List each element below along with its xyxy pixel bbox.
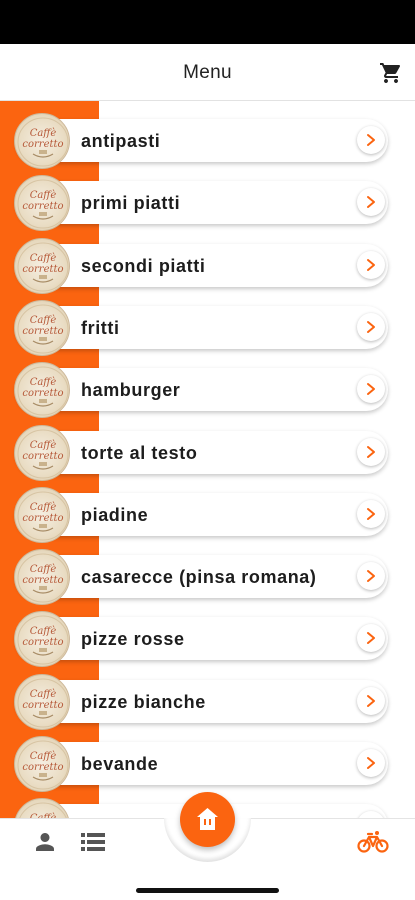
- menu-item-label: fritti: [81, 317, 120, 338]
- menu-item[interactable]: Caffè corretto pizze rosse: [14, 611, 388, 668]
- chevron-right-icon[interactable]: [357, 686, 385, 715]
- menu-item[interactable]: Caffè corretto antipasti: [14, 113, 388, 169]
- menu-item-label: casarecce (pinsa romana): [81, 567, 317, 588]
- chevron-right-icon[interactable]: [357, 375, 385, 404]
- menu-item-label: torte al testo: [81, 442, 198, 463]
- svg-text:Caffè: Caffè: [30, 253, 57, 264]
- svg-text:corretto: corretto: [22, 139, 63, 150]
- svg-text:corretto: corretto: [22, 700, 63, 711]
- menu-item-background: [16, 119, 388, 162]
- menu-item-label: secondi piatti: [81, 255, 206, 276]
- menu-item-background: [16, 181, 388, 225]
- menu-item[interactable]: Caffè corretto casarecce (pinsa romana): [14, 549, 388, 606]
- menu-item-background: [16, 305, 388, 349]
- chevron-right-icon[interactable]: [357, 437, 385, 466]
- page-title: Menu: [183, 62, 232, 83]
- menu-item[interactable]: Caffè corretto torte al testo: [14, 424, 388, 481]
- menu-item-label: hamburger: [81, 380, 181, 401]
- caffe-corretto-logo: Caffècorretto: [14, 175, 70, 232]
- caffe-corretto-logo: Caffècorretto: [14, 549, 70, 606]
- chevron-right-icon[interactable]: [357, 499, 385, 528]
- home-button[interactable]: [180, 792, 235, 847]
- menu-item[interactable]: Caffè corretto fritti: [14, 299, 388, 356]
- caffe-corretto-logo: Caffècorretto: [14, 424, 70, 481]
- svg-text:corretto: corretto: [22, 264, 63, 275]
- user-icon[interactable]: [34, 831, 56, 853]
- caffe-corretto-logo: Caffècorretto: [14, 486, 70, 543]
- caffe-corretto-logo: Caffècorretto: [14, 736, 70, 792]
- menu-item-label: primi piatti: [81, 193, 181, 214]
- home-icon: [197, 808, 218, 830]
- caffe-corretto-logo: Caffècorretto: [14, 673, 70, 730]
- chevron-right-icon[interactable]: [357, 749, 385, 777]
- svg-text:corretto: corretto: [22, 326, 63, 337]
- caffe-corretto-logo: Caffècorretto: [14, 113, 70, 169]
- status-bar: [0, 0, 415, 44]
- svg-text:Caffè: Caffè: [30, 190, 57, 201]
- chevron-right-icon[interactable]: [357, 562, 385, 591]
- svg-text:Caffè: Caffè: [30, 128, 57, 139]
- menu-item[interactable]: Caffè corretto piadine: [14, 486, 388, 543]
- caffe-corretto-logo: Caffècorretto: [14, 237, 70, 294]
- chevron-right-icon[interactable]: [357, 250, 385, 279]
- svg-text:corretto: corretto: [22, 762, 63, 773]
- menu-item[interactable]: Caffè corretto pizze bianche: [14, 673, 388, 730]
- menu-item-label: pizze rosse: [81, 629, 185, 650]
- list-icon[interactable]: [81, 832, 105, 852]
- menu-item-background: [16, 368, 388, 412]
- svg-text:Caffè: Caffè: [30, 626, 57, 637]
- svg-text:Caffè: Caffè: [30, 689, 57, 700]
- menu-item-label: piadine: [81, 504, 149, 525]
- menu-item[interactable]: Caffè corretto primi piatti: [14, 175, 388, 232]
- svg-text:corretto: corretto: [22, 575, 63, 586]
- svg-text:corretto: corretto: [22, 388, 63, 399]
- caffe-corretto-logo: Caffècorretto: [14, 611, 70, 668]
- menu-item-label: pizze bianche: [81, 691, 206, 712]
- svg-text:corretto: corretto: [22, 513, 63, 524]
- svg-text:Caffè: Caffè: [30, 564, 57, 575]
- caffe-corretto-logo: Caffècorretto: [14, 299, 70, 356]
- svg-text:corretto: corretto: [22, 451, 63, 462]
- bike-icon[interactable]: [357, 829, 389, 855]
- app-header: Menu: [0, 44, 415, 101]
- menu-item[interactable]: Caffè corretto bevande: [14, 736, 388, 792]
- menu-item[interactable]: Caffè corretto secondi piatti: [14, 237, 388, 294]
- svg-text:Caffè: Caffè: [30, 751, 57, 762]
- svg-text:Caffè: Caffè: [30, 502, 57, 513]
- svg-text:corretto: corretto: [22, 201, 63, 212]
- home-indicator-area: [0, 870, 415, 900]
- caffe-corretto-logo: Caffècorretto: [14, 798, 70, 818]
- menu-content[interactable]: Caffè corretto antipasti Caffè corretto primi…: [0, 101, 415, 818]
- svg-text:Caffè: Caffè: [30, 377, 57, 388]
- svg-text:Caffè: Caffè: [30, 440, 57, 451]
- caffe-corretto-logo: Caffècorretto: [14, 362, 70, 419]
- menu-item-background: [16, 742, 388, 785]
- chevron-right-icon[interactable]: [357, 126, 385, 154]
- menu-item-background: [16, 617, 388, 661]
- menu-item-background: [16, 430, 388, 474]
- menu-item[interactable]: Caffè corretto hamburger: [14, 362, 388, 419]
- cart-icon[interactable]: [379, 61, 403, 85]
- menu-item-label: bevande: [81, 754, 159, 774]
- svg-text:corretto: corretto: [22, 637, 63, 648]
- chevron-right-icon[interactable]: [357, 312, 385, 341]
- menu-item-background: [16, 492, 388, 536]
- menu-item-label: antipasti: [81, 131, 161, 151]
- svg-text:Caffè: Caffè: [30, 315, 57, 326]
- home-indicator[interactable]: [136, 888, 279, 893]
